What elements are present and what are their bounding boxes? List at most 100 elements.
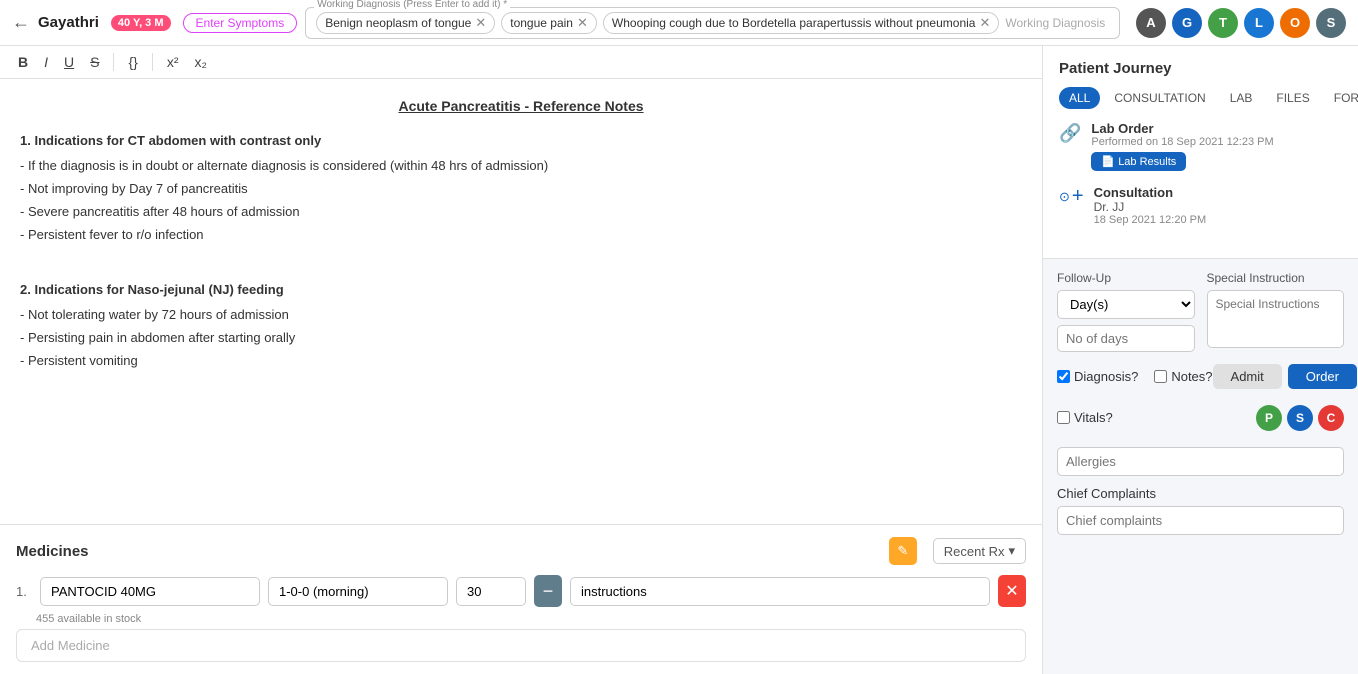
medicines-edit-button[interactable]: ✎ bbox=[889, 537, 917, 565]
lab-results-icon: 📄 bbox=[1101, 156, 1118, 168]
special-instruction-col: Special Instruction bbox=[1207, 271, 1345, 352]
pj-lab-content: Lab Order Performed on 18 Sep 2021 12:23… bbox=[1091, 121, 1273, 171]
patient-journey: Patient Journey ALL CONSULTATION LAB FIL… bbox=[1043, 46, 1358, 259]
editor-section-2: 2. Indications for Naso-jejunal (NJ) fee… bbox=[20, 280, 1022, 301]
tab-files[interactable]: FILES bbox=[1266, 87, 1319, 109]
pj-consultation-doctor: Dr. JJ bbox=[1094, 200, 1207, 214]
subscript-button[interactable]: x₂ bbox=[189, 52, 213, 72]
diagnosis-tag-3-remove[interactable]: ✕ bbox=[979, 15, 990, 31]
code-button[interactable]: {} bbox=[122, 52, 143, 72]
edit-icon: ✎ bbox=[897, 543, 908, 559]
editor-section-1: 1. Indications for CT abdomen with contr… bbox=[20, 131, 1022, 152]
tab-consultation[interactable]: CONSULTATION bbox=[1104, 87, 1215, 109]
chief-complaints-label: Chief Complaints bbox=[1057, 486, 1344, 501]
diagnosis-tag-1-remove[interactable]: ✕ bbox=[475, 15, 486, 31]
tab-lab[interactable]: LAB bbox=[1220, 87, 1263, 109]
allergies-input[interactable] bbox=[1057, 447, 1344, 476]
back-button[interactable]: ← bbox=[12, 12, 30, 33]
diagnosis-tag-2[interactable]: tongue pain ✕ bbox=[501, 12, 597, 34]
diagnosis-tag-1[interactable]: Benign neoplasm of tongue ✕ bbox=[316, 12, 495, 34]
vitals-checkbox-text: Vitals? bbox=[1074, 410, 1113, 425]
toolbar-separator-1 bbox=[113, 53, 114, 71]
patient-name: Gayathri bbox=[38, 14, 99, 31]
avatar-a[interactable]: A bbox=[1136, 8, 1166, 38]
action-buttons: Admit Order bbox=[1213, 364, 1357, 389]
recent-rx-selector[interactable]: Recent Rx ▾ bbox=[933, 538, 1026, 564]
avatar-icons: A G T L O S bbox=[1136, 8, 1346, 38]
superscript-button[interactable]: x² bbox=[161, 52, 185, 72]
editor-bullet-2-3: - Persistent vomiting bbox=[20, 351, 1022, 372]
pj-item-lab: 🔗 Lab Order Performed on 18 Sep 2021 12:… bbox=[1059, 121, 1342, 171]
consultation-add-icon: + bbox=[1072, 185, 1084, 208]
pj-consultation-content: Consultation Dr. JJ 18 Sep 2021 12:20 PM bbox=[1094, 185, 1207, 230]
follow-up-days-input[interactable] bbox=[1057, 325, 1195, 352]
medicine-instructions-input[interactable] bbox=[570, 577, 990, 606]
editor-bullet-1-3: - Severe pancreatitis after 48 hours of … bbox=[20, 202, 1022, 223]
bold-button[interactable]: B bbox=[12, 52, 34, 72]
medicine-number-1: 1. bbox=[16, 584, 32, 599]
underline-button[interactable]: U bbox=[58, 52, 80, 72]
enter-symptoms-button[interactable]: Enter Symptoms bbox=[183, 13, 298, 33]
editor-bullet-1-4: - Persistent fever to r/o infection bbox=[20, 225, 1022, 246]
patient-journey-tabs: ALL CONSULTATION LAB FILES FORMS bbox=[1059, 87, 1342, 109]
diagnosis-tag-3[interactable]: Whooping cough due to Bordetella paraper… bbox=[603, 12, 999, 34]
medicine-delete-button[interactable]: ✕ bbox=[998, 575, 1026, 607]
medicine-frequency-input[interactable] bbox=[268, 577, 448, 606]
color-dot-s[interactable]: S bbox=[1287, 405, 1313, 431]
avatar-l[interactable]: L bbox=[1244, 8, 1274, 38]
recent-rx-chevron: ▾ bbox=[1008, 543, 1015, 559]
color-dot-p[interactable]: P bbox=[1256, 405, 1282, 431]
diagnosis-checkbox[interactable] bbox=[1057, 370, 1070, 383]
pj-item-consultation: ⊙ + Consultation Dr. JJ 18 Sep 2021 12:2… bbox=[1059, 185, 1342, 230]
follow-up-label: Follow-Up bbox=[1057, 271, 1195, 285]
editor-bullet-1-2: - Not improving by Day 7 of pancreatitis bbox=[20, 179, 1022, 200]
vitals-checkbox-label[interactable]: Vitals? bbox=[1057, 410, 1113, 425]
bottom-right: Follow-Up Day(s) Week(s) Month(s) Specia… bbox=[1043, 259, 1358, 674]
medicines-title: Medicines bbox=[16, 543, 89, 560]
notes-checkbox[interactable] bbox=[1154, 370, 1167, 383]
pj-consultation-title: Consultation bbox=[1094, 185, 1207, 200]
pj-lab-title: Lab Order bbox=[1091, 121, 1273, 136]
topbar: ← Gayathri 40 Y, 3 M Enter Symptoms Work… bbox=[0, 0, 1358, 46]
chief-complaints-input[interactable] bbox=[1057, 506, 1344, 535]
right-panel: Patient Journey ALL CONSULTATION LAB FIL… bbox=[1043, 46, 1358, 674]
medicine-row-1: 1. − ✕ bbox=[16, 575, 1026, 607]
avatar-t[interactable]: T bbox=[1208, 8, 1238, 38]
pj-lab-date: Performed on 18 Sep 2021 12:23 PM bbox=[1091, 136, 1273, 148]
notes-checkbox-label[interactable]: Notes? bbox=[1154, 369, 1212, 384]
order-button[interactable]: Order bbox=[1288, 364, 1357, 389]
diagnosis-label: Working Diagnosis (Press Enter to add it… bbox=[314, 0, 510, 10]
lab-results-button[interactable]: 📄 Lab Results bbox=[1091, 152, 1186, 171]
strikethrough-button[interactable]: S bbox=[84, 52, 105, 72]
add-medicine-row[interactable]: Add Medicine bbox=[16, 629, 1026, 662]
medicine-name-input[interactable] bbox=[40, 577, 260, 606]
avatar-g[interactable]: G bbox=[1172, 8, 1202, 38]
italic-button[interactable]: I bbox=[38, 52, 54, 72]
main-layout: B I U S {} x² x₂ Acute Pancreatitis - Re… bbox=[0, 46, 1358, 674]
follow-up-special-section: Follow-Up Day(s) Week(s) Month(s) Specia… bbox=[1057, 271, 1344, 352]
medicines-section: Medicines ✎ Recent Rx ▾ 1. − bbox=[0, 524, 1042, 674]
consultation-circle-icon: ⊙ bbox=[1059, 189, 1070, 205]
medicine-days-input[interactable] bbox=[456, 577, 526, 606]
editor-bullet-1-1: - If the diagnosis is in doubt or altern… bbox=[20, 156, 1022, 177]
pj-consultation-date: 18 Sep 2021 12:20 PM bbox=[1094, 214, 1207, 226]
editor-area[interactable]: Acute Pancreatitis - Reference Notes 1. … bbox=[0, 79, 1042, 524]
special-instructions-textarea[interactable] bbox=[1207, 290, 1345, 348]
vitals-checkbox[interactable] bbox=[1057, 411, 1070, 424]
diagnosis-tag-2-remove[interactable]: ✕ bbox=[577, 15, 588, 31]
medicine-minus-button[interactable]: − bbox=[534, 575, 562, 607]
color-dots: P S C bbox=[1256, 405, 1344, 431]
avatar-s[interactable]: S bbox=[1316, 8, 1346, 38]
color-dot-c[interactable]: C bbox=[1318, 405, 1344, 431]
avatar-o[interactable]: O bbox=[1280, 8, 1310, 38]
diagnosis-checkbox-text: Diagnosis? bbox=[1074, 369, 1138, 384]
tab-forms[interactable]: FORMS bbox=[1324, 87, 1358, 109]
diagnosis-checkbox-label[interactable]: Diagnosis? bbox=[1057, 369, 1138, 384]
follow-up-unit-select[interactable]: Day(s) Week(s) Month(s) bbox=[1057, 290, 1195, 319]
recent-rx-label: Recent Rx bbox=[944, 544, 1005, 559]
tab-all[interactable]: ALL bbox=[1059, 87, 1100, 109]
medicines-header: Medicines ✎ Recent Rx ▾ bbox=[16, 537, 1026, 565]
medicine-stock: 455 available in stock bbox=[36, 613, 1026, 625]
admit-button[interactable]: Admit bbox=[1213, 364, 1282, 389]
checkboxes-row: Diagnosis? Notes? bbox=[1057, 369, 1213, 384]
